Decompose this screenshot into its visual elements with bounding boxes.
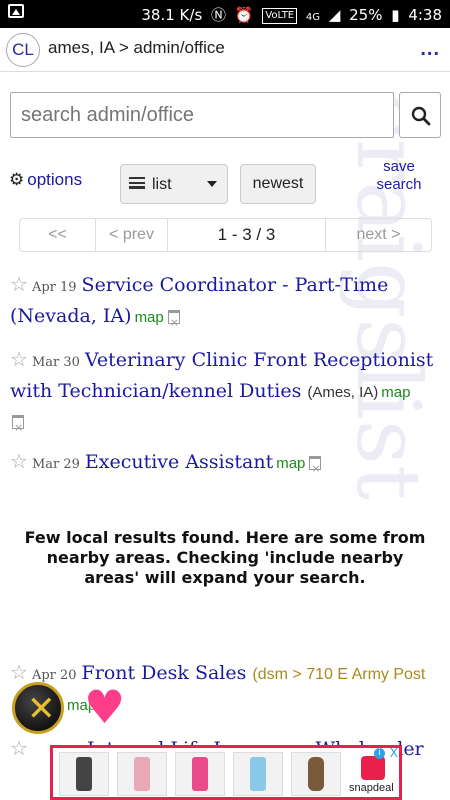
view-mode-label: list (152, 176, 172, 193)
result-title-link[interactable]: Executive Assistant (85, 451, 273, 473)
ad-product-thumbnail[interactable] (291, 752, 341, 796)
ad-info-icon[interactable]: i (374, 748, 385, 759)
hide-trash-icon[interactable] (309, 455, 322, 483)
map-link[interactable]: map (135, 309, 164, 326)
ad-close-icon[interactable]: X (390, 746, 398, 760)
result-row: ☆ Mar 29 Executive Assistant map (10, 447, 435, 483)
alarm-icon: ⏰ (234, 6, 254, 24)
prev-page-button[interactable]: < prev (96, 219, 168, 251)
battery-icon: ▮ (391, 6, 400, 24)
favorite-star-icon[interactable]: ☆ (10, 449, 28, 473)
result-row: ☆ Mar 30 Veterinary Clinic Front Reception… (10, 345, 435, 442)
result-row: ☆ Apr 19 Service Coordinator - Part-Time (… (10, 270, 435, 337)
options-label: options (27, 170, 83, 189)
ad-product-thumbnail[interactable] (233, 752, 283, 796)
ad-brand-label: snapdeal (349, 782, 394, 794)
map-link[interactable]: map (381, 384, 410, 401)
status-bar: 38.1 K/s Ⓝ ⏰ VoLTE 4G ◢ 25% ▮ 4:38 (0, 0, 450, 28)
x-icon: ✕ (27, 689, 56, 729)
favorite-star-icon[interactable]: ☆ (10, 272, 28, 296)
signal-icon: ◢ (328, 6, 341, 24)
list-icon (129, 177, 145, 189)
hide-trash-icon[interactable] (12, 414, 24, 442)
battery-percent: 25% (349, 6, 383, 24)
result-location: (Ames, IA) (307, 384, 379, 401)
network-type: 4G (305, 12, 321, 23)
map-link[interactable]: map (276, 455, 305, 472)
next-page-button[interactable]: next > (326, 219, 431, 251)
post-date: Apr 19 (31, 280, 77, 295)
page-range: 1 - 3 / 3 (168, 219, 326, 251)
snapdeal-logo (361, 756, 385, 780)
search-button[interactable] (399, 92, 441, 138)
nfc-icon: Ⓝ (211, 6, 227, 24)
chevron-down-icon (207, 181, 217, 187)
sort-newest-button[interactable]: newest (240, 164, 316, 204)
network-speed: 38.1 K/s (141, 6, 203, 24)
breadcrumb[interactable]: ames, IA > admin/office (48, 38, 225, 58)
post-date: Mar 30 (31, 355, 80, 370)
ad-banner[interactable]: snapdeal i X (50, 745, 402, 800)
clock: 4:38 (408, 6, 442, 24)
search-icon (411, 106, 431, 126)
hide-trash-icon[interactable] (167, 309, 180, 337)
search-input[interactable] (10, 92, 394, 138)
favorite-star-icon[interactable]: ☆ (10, 736, 28, 760)
options-link[interactable]: ⚙ options (9, 170, 82, 190)
view-mode-select[interactable]: list (120, 164, 228, 204)
save-search-link[interactable]: save search (366, 158, 432, 194)
post-date: Mar 29 (31, 457, 80, 472)
favorite-star-icon[interactable]: ☆ (10, 347, 28, 371)
ad-product-thumbnail[interactable] (175, 752, 225, 796)
image-icon (8, 4, 24, 18)
volte-icon: VoLTE (262, 8, 298, 24)
result-location: (dsm > 710 E Army Post (252, 666, 426, 683)
craigslist-logo[interactable]: CL (6, 33, 40, 67)
more-menu-icon[interactable]: ... (420, 38, 440, 61)
nearby-results-notice: Few local results found. Here are some f… (24, 528, 426, 587)
post-date: Apr 20 (31, 668, 77, 683)
floating-x-bubble[interactable]: ✕ (12, 682, 64, 734)
site-header: CL ames, IA > admin/office ... (0, 28, 450, 72)
ad-product-thumbnail[interactable] (117, 752, 167, 796)
pagination: << < prev 1 - 3 / 3 next > (19, 218, 432, 252)
favorite-star-icon[interactable]: ☆ (10, 660, 28, 684)
gear-icon: ⚙ (9, 170, 25, 189)
result-row: ☆ Apr 20 Front Desk Sales (dsm > 710 E Arm… (10, 658, 435, 720)
heart-bubble-icon[interactable]: ♥ (84, 684, 125, 730)
ad-product-thumbnail[interactable] (59, 752, 109, 796)
first-page-button[interactable]: << (20, 219, 96, 251)
